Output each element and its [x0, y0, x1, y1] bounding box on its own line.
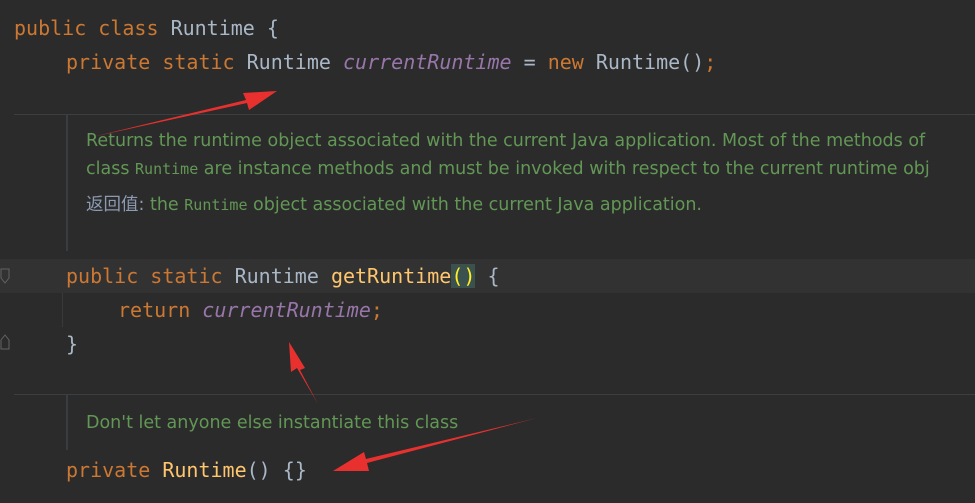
- keyword: static: [162, 50, 235, 74]
- parens: (): [680, 50, 705, 74]
- doc-code: Runtime: [184, 196, 248, 214]
- return-statement[interactable]: return currentRuntime;: [118, 293, 975, 327]
- field-name: currentRuntime: [342, 50, 512, 74]
- semicolon: ;: [704, 50, 717, 74]
- field-name: currentRuntime: [202, 298, 371, 322]
- keyword: private: [66, 50, 151, 74]
- keyword: new: [547, 50, 584, 74]
- keyword: private: [66, 458, 151, 482]
- doc-text: the: [144, 195, 185, 215]
- field-declaration[interactable]: private static Runtime currentRuntime = …: [66, 45, 975, 79]
- constructor-call: Runtime: [595, 50, 681, 74]
- doc-line: Don't let anyone else instantiate this c…: [86, 413, 459, 433]
- brace: {: [487, 264, 500, 288]
- constructor-name: Runtime: [162, 458, 247, 482]
- keyword: public: [14, 16, 87, 40]
- keyword: return: [118, 298, 191, 322]
- class-declaration[interactable]: public class Runtime {: [14, 11, 975, 45]
- keyword: public: [66, 264, 139, 288]
- operator: =: [523, 50, 536, 74]
- fold-marker-icon[interactable]: [0, 334, 10, 350]
- doc-text: are instance methods and must be invoked…: [198, 159, 930, 179]
- constructor-declaration[interactable]: private Runtime() {}: [66, 453, 975, 487]
- class-name: Runtime: [170, 16, 255, 40]
- fold-marker-icon[interactable]: [0, 268, 10, 284]
- doc-text: object associated with the current Java …: [247, 195, 702, 215]
- semicolon: ;: [370, 298, 383, 322]
- method-close[interactable]: }: [66, 327, 975, 361]
- indent-guide: [62, 293, 63, 327]
- type-name: Runtime: [246, 50, 331, 74]
- doc-line: class Runtime are instance methods and m…: [86, 155, 930, 183]
- doc-gutter-line: [66, 115, 68, 251]
- parens-highlight: (): [451, 264, 476, 288]
- method-name: getRuntime: [330, 264, 452, 288]
- method-declaration[interactable]: public static Runtime getRuntime() {: [66, 259, 975, 293]
- empty-body: {}: [282, 458, 307, 482]
- brace: }: [66, 332, 79, 356]
- doc-line: Returns the runtime object associated wi…: [86, 131, 926, 151]
- doc-text: class: [86, 159, 136, 179]
- keyword: static: [150, 264, 223, 288]
- keyword: class: [98, 16, 159, 40]
- doc-gutter-line: [66, 395, 68, 450]
- type-name: Runtime: [234, 264, 319, 288]
- doc-code: Runtime: [135, 160, 199, 178]
- doc-return-line: 返回值: the Runtime object associated with …: [86, 191, 702, 219]
- parens: (): [246, 458, 271, 482]
- brace: {: [266, 16, 279, 40]
- return-tag: 返回值:: [86, 195, 145, 215]
